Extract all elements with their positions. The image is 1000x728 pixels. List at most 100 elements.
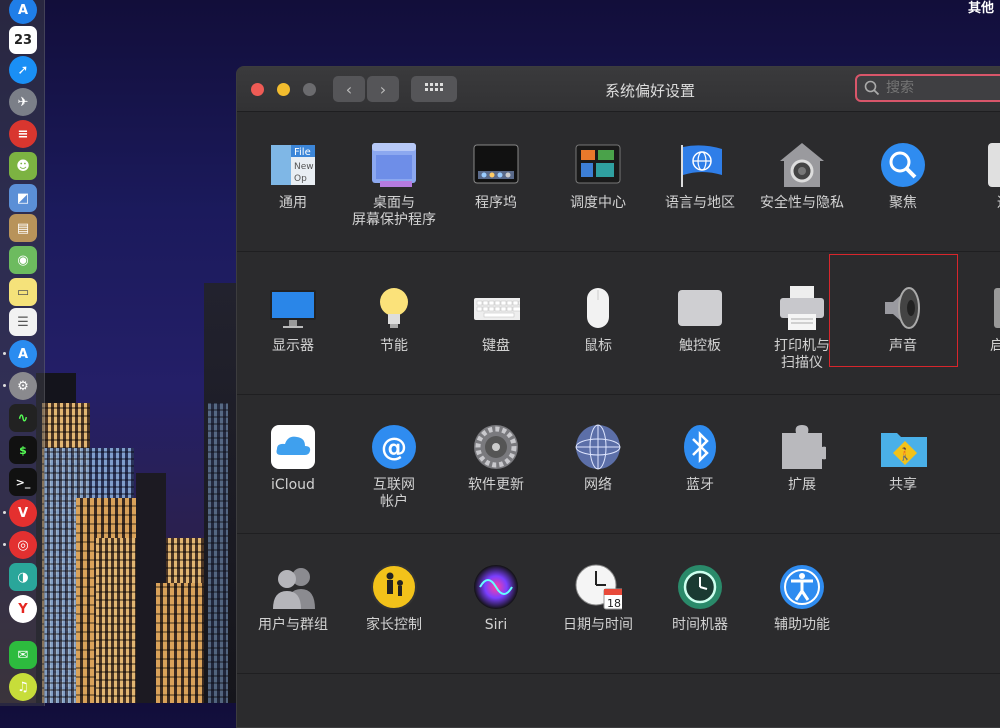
- search-input[interactable]: [884, 79, 1000, 97]
- preview-icon[interactable]: ◩: [9, 184, 37, 212]
- pref-sharing[interactable]: 🚶 共享: [853, 423, 953, 494]
- pref-label: 用户与群组: [258, 617, 328, 633]
- netease-music-icon[interactable]: ◎: [9, 531, 37, 559]
- network-globe-icon: [574, 423, 622, 471]
- terminal-icon[interactable]: $: [9, 436, 37, 464]
- gear-icon: [472, 423, 520, 471]
- users-icon: [269, 563, 317, 611]
- pref-label: 日期与时间: [563, 617, 633, 633]
- svg-text:Op: Op: [294, 174, 307, 184]
- pref-label: 键盘: [482, 338, 510, 354]
- pref-label: 调度中心: [570, 195, 626, 211]
- title-bar: ‹ › 系统偏好设置: [237, 67, 1000, 112]
- pref-mouse[interactable]: 鼠标: [548, 284, 648, 355]
- pref-startup[interactable]: 启动: [954, 284, 1000, 355]
- android-icon[interactable]: ☻: [9, 152, 37, 180]
- textedit-icon[interactable]: ☰: [9, 308, 37, 336]
- svg-text:New: New: [294, 162, 314, 172]
- stickies-icon[interactable]: ▭: [9, 278, 37, 306]
- icloud-icon: [269, 423, 317, 471]
- pref-desktop[interactable]: 桌面与 屏幕保护程序: [344, 141, 444, 229]
- svg-text:File: File: [294, 147, 311, 158]
- desktop-icon: [370, 141, 418, 189]
- vivaldi-icon[interactable]: V: [9, 499, 37, 527]
- pref-dock[interactable]: 程序坞: [446, 141, 546, 212]
- menubar-right-text[interactable]: 其他: [968, 0, 994, 16]
- svg-text:@: @: [381, 433, 407, 463]
- app-store-icon[interactable]: A: [9, 0, 37, 24]
- pref-internet[interactable]: @ 互联网 帐户: [344, 423, 444, 511]
- pref-extensions[interactable]: 扩展: [752, 423, 852, 494]
- pref-label: 软件更新: [468, 477, 524, 493]
- pref-language[interactable]: 语言与地区: [650, 141, 750, 212]
- calendar-icon[interactable]: 23: [9, 26, 37, 54]
- app-store-icon-2[interactable]: A: [9, 340, 37, 368]
- activity-monitor-icon[interactable]: ∿: [9, 404, 37, 432]
- pref-mission[interactable]: 调度中心: [548, 141, 648, 212]
- mission-control-icon: [574, 141, 622, 189]
- spotlight-icon: [879, 141, 927, 189]
- pref-accessibility[interactable]: 辅助功能: [752, 563, 852, 634]
- pref-security[interactable]: 安全性与隐私: [752, 141, 852, 212]
- pref-label: 程序坞: [475, 195, 517, 211]
- wallpaper-city: [36, 200, 236, 703]
- pref-label: 语言与地区: [665, 195, 735, 211]
- mouse-icon: [574, 284, 622, 332]
- pref-energy[interactable]: 节能: [344, 284, 444, 355]
- dock-icon: [472, 141, 520, 189]
- dock: A 23 ➚ ✈ ≡ ☻ ◩ ▤ ◉ ▭ ☰ A ⚙ ∿ $ >_ V ◎ ◑ …: [0, 0, 45, 706]
- pref-notify[interactable]: 通: [954, 141, 1000, 212]
- system-preferences-icon[interactable]: ⚙: [9, 372, 37, 400]
- calendar-day: 23: [13, 32, 33, 48]
- system-preferences-window: ‹ › 系统偏好设置 File New Op 通用 桌面与 屏幕保护程序 程序坞 调度中心 语…: [236, 66, 1000, 728]
- pref-label: 互联网 帐户: [373, 477, 415, 510]
- pref-trackpad[interactable]: 触控板: [650, 284, 750, 355]
- pref-displays[interactable]: 显示器: [243, 284, 343, 355]
- pref-label: 鼠标: [584, 338, 612, 354]
- pref-keyboard[interactable]: 键盘: [446, 284, 546, 355]
- pref-spotlight[interactable]: 聚焦: [853, 141, 953, 212]
- pref-timemachine[interactable]: 时间机器: [650, 563, 750, 634]
- siri-icon: [472, 563, 520, 611]
- notes-icon[interactable]: ▤: [9, 214, 37, 242]
- launchpad-icon[interactable]: ✈: [9, 88, 37, 116]
- terminal-icon-2[interactable]: >_: [9, 468, 37, 496]
- pref-users[interactable]: 用户与群组: [243, 563, 343, 634]
- pref-parental[interactable]: 家长控制: [344, 563, 444, 634]
- pref-icloud[interactable]: iCloud: [243, 423, 343, 494]
- house-lock-icon: [778, 141, 826, 189]
- bulb-icon: [370, 284, 418, 332]
- preferences-row: iCloud @ 互联网 帐户 软件更新 网络 蓝牙 扩展 🚶 共享: [237, 393, 1000, 534]
- pref-general[interactable]: File New Op 通用: [243, 141, 343, 212]
- pref-bluetooth[interactable]: 蓝牙: [650, 423, 750, 494]
- parental-icon: [370, 563, 418, 611]
- pref-update[interactable]: 软件更新: [446, 423, 546, 494]
- pref-datetime[interactable]: 18 日期与时间: [548, 563, 648, 634]
- search-icon: [864, 80, 880, 96]
- pref-label: 扩展: [788, 477, 816, 493]
- pref-label: 桌面与 屏幕保护程序: [352, 195, 436, 228]
- search-field[interactable]: [855, 74, 1000, 102]
- general-icon: File New Op: [269, 141, 317, 189]
- pref-label: 安全性与隐私: [760, 195, 844, 211]
- pref-label: 时间机器: [672, 617, 728, 633]
- display-icon: [269, 284, 317, 332]
- pref-label: 共享: [889, 477, 917, 493]
- music-icon[interactable]: ♫: [9, 673, 37, 701]
- wechat-icon[interactable]: ✉: [9, 641, 37, 669]
- maps-icon[interactable]: ◉: [9, 246, 37, 274]
- app-teal-icon[interactable]: ◑: [9, 563, 37, 591]
- pref-label: 蓝牙: [686, 477, 714, 493]
- pref-siri[interactable]: Siri: [446, 563, 546, 634]
- pref-label: 辅助功能: [774, 617, 830, 633]
- pref-label: 家长控制: [366, 617, 422, 633]
- pref-network[interactable]: 网络: [548, 423, 648, 494]
- sharing-folder-icon: 🚶: [879, 423, 927, 471]
- yandex-icon[interactable]: Y: [9, 595, 37, 623]
- pref-label: iCloud: [271, 477, 315, 493]
- pref-label: 聚焦: [889, 195, 917, 211]
- pref-label: 网络: [584, 477, 612, 493]
- app-red-icon[interactable]: ≡: [9, 120, 37, 148]
- time-machine-icon: [676, 563, 724, 611]
- safari-icon[interactable]: ➚: [9, 56, 37, 84]
